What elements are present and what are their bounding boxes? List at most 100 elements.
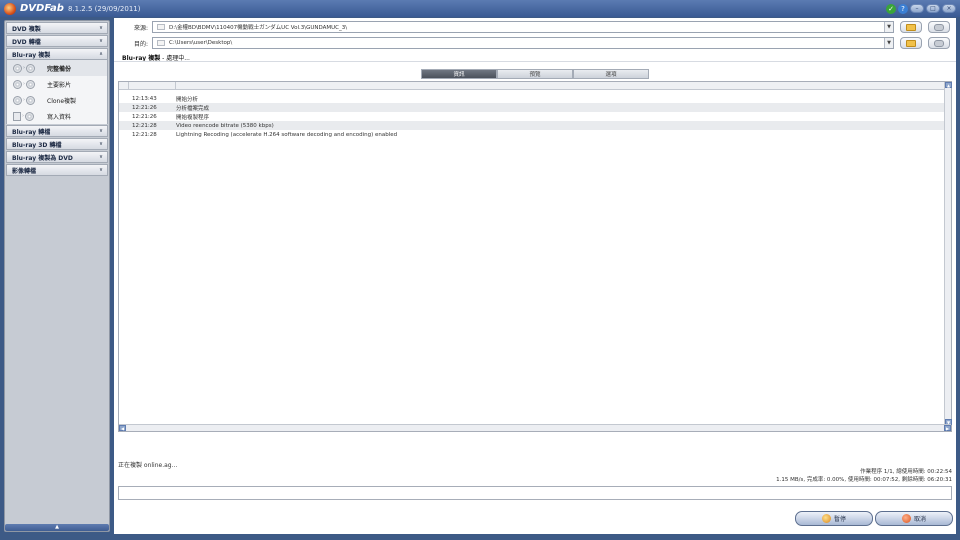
sidebar-section-label: Blu-ray 轉檔: [12, 128, 51, 136]
title-controls: ✓ ? – □ ×: [886, 3, 956, 14]
log-message: Video reencode bitrate (5380 kbps): [176, 122, 274, 129]
browse-source-button[interactable]: [900, 21, 922, 33]
chevron-down-icon: ∨: [98, 25, 103, 31]
log-time: 12:21:26: [132, 104, 157, 111]
target-settings-button[interactable]: [928, 37, 950, 49]
source-input[interactable]: D:\金權BD\BDMV\110407機動戦士ガンダムUC Vol.3\GUND…: [152, 21, 894, 33]
main-panel: 來源: D:\金權BD\BDMV\110407機動戦士ガンダムUC Vol.3\…: [114, 18, 956, 534]
maximize-button[interactable]: □: [926, 4, 940, 13]
sidebar-section-label: 影像轉檔: [12, 167, 37, 175]
divider: [114, 61, 956, 62]
sidebar-section-label: Blu-ray 複製: [12, 51, 51, 59]
chevron-down-icon[interactable]: ▼: [884, 22, 893, 32]
log-row: 12:21:28 Lightning Recoding (accelerate …: [119, 130, 951, 139]
log-message: Lightning Recoding (accelerate H.264 sof…: [176, 131, 398, 138]
log-message: 分析檔案完成: [176, 105, 210, 112]
source-row: 來源: D:\金權BD\BDMV\110407機動戦士ガンダムUC Vol.3\…: [114, 20, 956, 34]
sidebar-section-video-converter[interactable]: 影像轉檔 ∨: [6, 164, 108, 176]
browse-target-button[interactable]: [900, 37, 922, 49]
tab-options[interactable]: 選項: [573, 69, 649, 79]
arrow-right-icon: ›: [23, 97, 25, 103]
disc-source-icon: [157, 24, 165, 30]
sidebar-section-bluray-to-dvd[interactable]: Blu-ray 複製為 DVD ∨: [6, 151, 108, 163]
stats-line-1: 作業程序 1/1, 總使用時間: 00:22:54: [860, 469, 952, 475]
log-time: 12:21:28: [132, 131, 157, 138]
chevron-up-icon: ∧: [98, 51, 103, 57]
sidebar-collapse-button[interactable]: ▲: [5, 524, 109, 531]
sidebar-section-dvd-ripper[interactable]: DVD 轉檔 ∨: [6, 35, 108, 47]
app-version: 8.1.2.5 (29/09/2011): [67, 4, 141, 13]
disc-icon: [13, 79, 22, 89]
chevron-down-icon: ∨: [98, 128, 103, 134]
minimize-button[interactable]: –: [910, 4, 924, 13]
sidebar: DVD 複製 ∨ DVD 轉檔 ∨ Blu-ray 複製 ∧ › 完整備份 › …: [4, 20, 110, 532]
sidebar-item-main-movie[interactable]: › 主要影片: [7, 76, 107, 92]
document-icon: [13, 111, 21, 121]
pause-icon: [821, 514, 831, 523]
sidebar-item-full-disc[interactable]: › 完整備份: [7, 60, 107, 76]
disc-icon: [13, 63, 22, 73]
sidebar-sublist: › 完整備份 › 主要影片 › Clone複製 › 寫入資料: [6, 60, 108, 124]
log-horizontal-scrollbar[interactable]: ◀ ▶: [119, 424, 951, 431]
stats-line-2: 1.15 MB/s, 完成率: 0.00%, 使用時間: 00:07:52, 剩…: [776, 476, 952, 483]
pause-button[interactable]: 暫停: [795, 511, 873, 526]
scroll-left-icon[interactable]: ◀: [119, 425, 126, 431]
status-text: 正在複製 online.ag...: [118, 462, 178, 469]
arrow-right-icon: ›: [22, 113, 24, 119]
sidebar-section-bluray-copy[interactable]: Blu-ray 複製 ∧: [6, 48, 108, 60]
disc-icon: [26, 79, 35, 89]
progress-stats: 作業程序 1/1, 總使用時間: 00:22:54 1.15 MB/s, 完成率…: [776, 469, 952, 484]
log-time: 12:13:43: [132, 95, 157, 102]
cancel-label: 取消: [913, 516, 926, 523]
sidebar-item-label: 寫入資料: [47, 113, 72, 121]
pause-label: 暫停: [833, 516, 846, 523]
tab-preview[interactable]: 預覽: [497, 69, 573, 79]
log-header: [119, 82, 951, 90]
arrow-right-icon: ›: [23, 65, 26, 71]
log-time: 12:21:28: [132, 122, 157, 129]
cancel-button[interactable]: 取消: [875, 511, 953, 526]
source-label: 來源:: [133, 24, 148, 32]
chevron-down-icon[interactable]: ▼: [884, 38, 893, 48]
chevron-down-icon: ∨: [98, 167, 103, 173]
sidebar-section-bluray-3d-ripper[interactable]: Blu-ray 3D 轉檔 ∨: [6, 138, 108, 150]
folder-icon: [906, 23, 916, 31]
sidebar-item-label: Clone複製: [47, 97, 77, 105]
target-input[interactable]: C:\Users\user\Desktop\ ▼: [152, 37, 894, 49]
sidebar-section-dvd-copy[interactable]: DVD 複製 ∨: [6, 22, 108, 34]
sidebar-section-label: Blu-ray 複製為 DVD: [12, 154, 73, 162]
disc-icon: [26, 95, 35, 105]
log-row: 12:21:28 Video reencode bitrate (5380 kb…: [119, 121, 951, 130]
log-message: 開始複製程序: [176, 114, 210, 121]
sidebar-section-bluray-ripper[interactable]: Blu-ray 轉檔 ∨: [6, 125, 108, 137]
disc-icon: [13, 95, 22, 105]
sidebar-item-label: 完整備份: [47, 65, 72, 73]
disc-icon: [25, 111, 34, 121]
sidebar-item-clone[interactable]: › Clone複製: [7, 92, 107, 108]
sidebar-item-write-data[interactable]: › 寫入資料: [7, 108, 107, 124]
tab-bar: 資訊 預覽 選項: [421, 69, 649, 79]
scroll-right-icon[interactable]: ▶: [944, 425, 951, 431]
folder-small-icon: [157, 40, 165, 46]
cancel-icon: [901, 514, 911, 523]
target-label: 目的:: [133, 40, 148, 48]
log-row: 12:21:26 分析檔案完成: [119, 103, 951, 112]
tab-info[interactable]: 資訊: [421, 69, 497, 79]
progress-bar: [118, 486, 952, 500]
log-vertical-scrollbar[interactable]: ▲ ▼: [944, 82, 952, 425]
folder-icon: [906, 39, 916, 47]
sidebar-item-label: 主要影片: [47, 81, 72, 89]
scroll-up-icon[interactable]: ▲: [945, 82, 952, 88]
disc-settings-icon: [934, 23, 944, 31]
log-row: 12:21:26 開始複製程序: [119, 112, 951, 121]
close-button[interactable]: ×: [942, 4, 956, 13]
target-row: 目的: C:\Users\user\Desktop\ ▼: [114, 36, 956, 50]
source-settings-button[interactable]: [928, 21, 950, 33]
app-name: DVDFab: [20, 3, 64, 14]
chevron-down-icon: ∨: [98, 154, 103, 160]
chevron-down-icon: ∨: [98, 38, 103, 44]
check-update-icon[interactable]: ✓: [886, 3, 896, 14]
arrow-right-icon: ›: [23, 81, 25, 87]
help-icon[interactable]: ?: [898, 3, 908, 14]
log-row: 12:13:43 開始分析: [119, 94, 951, 103]
